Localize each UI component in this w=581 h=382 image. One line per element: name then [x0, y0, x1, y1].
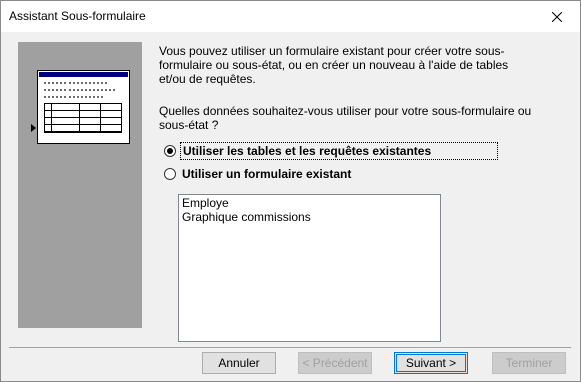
option-existing-tables[interactable]: Utiliser les tables et les requêtes exis…: [164, 141, 498, 160]
radio-button[interactable]: [164, 167, 176, 180]
list-item[interactable]: Graphique commissions: [182, 210, 437, 224]
dialog-body: Vous pouvez utiliser un formulaire exist…: [1, 32, 580, 381]
finish-button[interactable]: Terminer: [492, 352, 566, 374]
subform-preview-icon: [37, 70, 130, 144]
description-text: Vous pouvez utiliser un formulaire exist…: [159, 44, 509, 86]
close-icon: [552, 11, 562, 22]
next-button[interactable]: Suivant >: [394, 352, 468, 374]
forms-listbox[interactable]: Employe Graphique commissions: [178, 194, 441, 342]
title-bar: Assistant Sous-formulaire: [1, 1, 580, 32]
option-label[interactable]: Utiliser un formulaire existant: [180, 166, 353, 182]
separator: [9, 347, 571, 348]
option-label[interactable]: Utiliser les tables et les requêtes exis…: [180, 141, 498, 160]
close-button[interactable]: [534, 1, 580, 32]
preview-panel: [18, 42, 142, 328]
question-text: Quelles données souhaitez-vous utiliser …: [159, 104, 532, 132]
pointer-arrow-icon: [31, 124, 36, 132]
window-title: Assistant Sous-formulaire: [9, 9, 146, 23]
radio-button-selected[interactable]: [164, 144, 176, 157]
next-button-label: Suivant >: [405, 356, 457, 370]
list-item[interactable]: Employe: [182, 196, 437, 210]
option-existing-form[interactable]: Utiliser un formulaire existant: [164, 165, 353, 182]
previous-button[interactable]: < Précédent: [298, 352, 372, 374]
cancel-button[interactable]: Annuler: [202, 352, 276, 374]
wizard-dialog: Assistant Sous-formulaire Vous pouvez ut…: [0, 0, 581, 382]
